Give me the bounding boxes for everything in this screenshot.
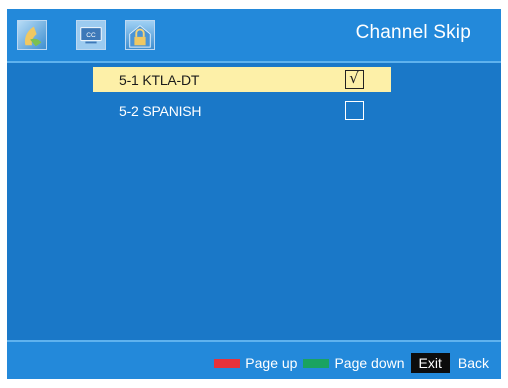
cc-icon: CC: [86, 32, 96, 39]
skip-checkbox[interactable]: √: [345, 69, 364, 89]
menu-footer: Page up Page down Exit Back: [7, 340, 501, 379]
lock-tab[interactable]: [125, 20, 155, 50]
channel-row-spanish[interactable]: 5-2 SPANISH: [93, 98, 391, 123]
back-label: Back: [457, 355, 489, 371]
picture-tab[interactable]: [17, 20, 47, 50]
green-key-icon: [303, 358, 330, 368]
channel-label: 5-2 SPANISH: [119, 103, 202, 119]
exit-key-badge[interactable]: Exit: [410, 353, 450, 373]
key-legend: Page up Page down Exit Back: [214, 353, 489, 373]
check-mark-icon: √: [349, 69, 359, 87]
channel-label: 5-1 KTLA-DT: [119, 72, 200, 88]
red-key-icon: [214, 358, 241, 368]
picture-icon: [18, 21, 46, 49]
page-up-label: Page up: [245, 355, 298, 371]
page-down-label: Page down: [334, 355, 405, 371]
tv-menu-screen: CC Channel Skip 5-1 KTLA-DT √ 5-2 SPANIS…: [7, 9, 501, 379]
closed-caption-tab[interactable]: CC: [76, 20, 106, 50]
menu-header: CC Channel Skip: [7, 9, 501, 63]
channel-row-ktla[interactable]: 5-1 KTLA-DT √: [93, 67, 391, 92]
page-title: Channel Skip: [355, 22, 471, 43]
skip-checkbox[interactable]: [345, 101, 364, 120]
lock-icon: [126, 21, 154, 49]
